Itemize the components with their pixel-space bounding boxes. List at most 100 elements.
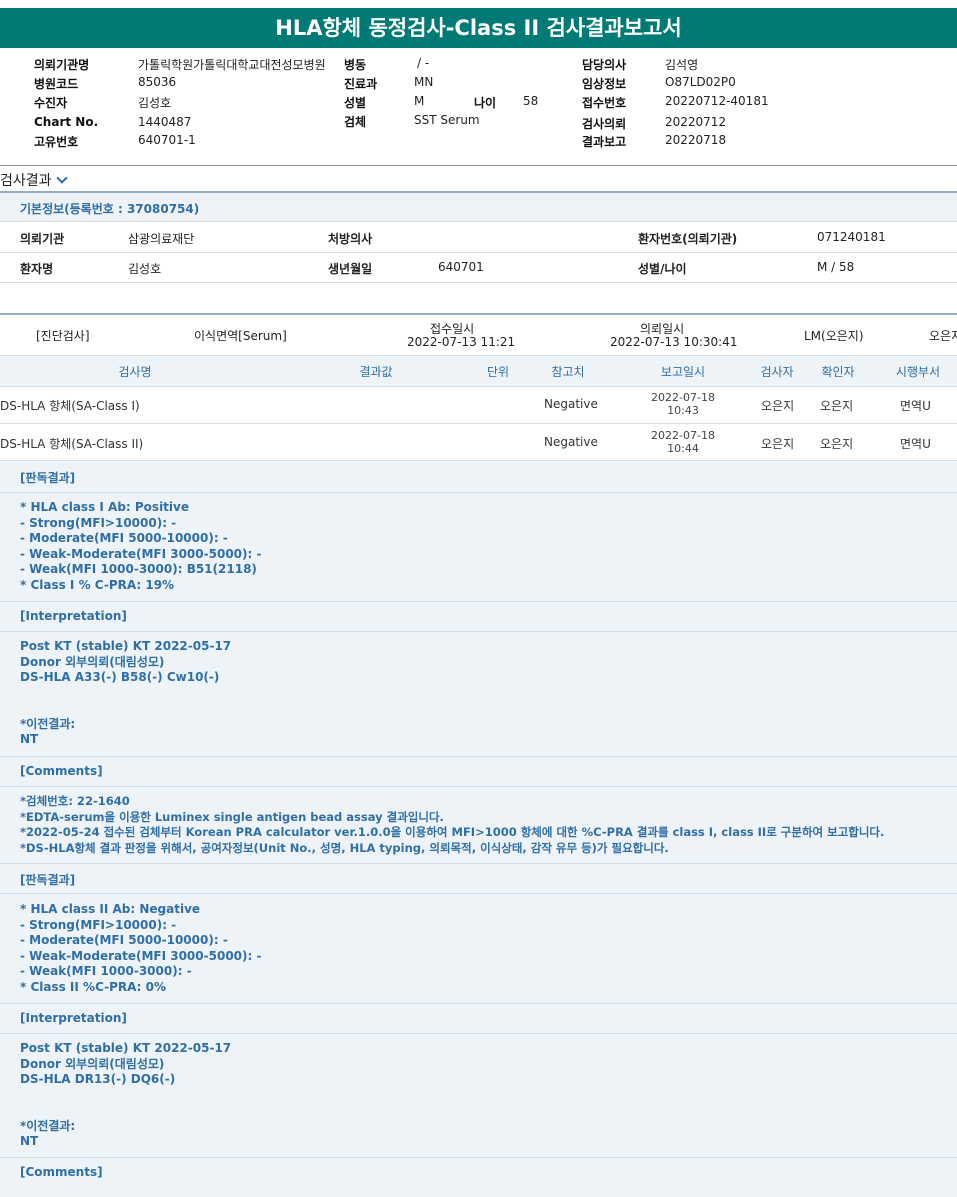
result-title: [Interpretation]: [20, 1011, 127, 1025]
receipt-no-label: 접수번호: [582, 96, 627, 110]
section-title: 검사결과: [0, 173, 52, 189]
order-lab2: 오은지: [929, 329, 957, 343]
unique-label: 고유번호: [34, 135, 79, 149]
chevron-down-icon: [55, 172, 68, 184]
col-header: 검사자: [760, 365, 794, 379]
sex-label: 성별: [344, 96, 367, 110]
name: 김성호: [128, 262, 162, 276]
request-date: 20220712: [665, 115, 727, 129]
birth-label: 생년월일: [328, 262, 373, 276]
sexage-label: 성별/나이: [638, 262, 687, 276]
col-header: 보고일시: [660, 365, 706, 379]
report-title-bar: HLA항체 동정검사-Class II 검사결과보고서: [0, 0, 957, 48]
doctor-label: 처방의사: [328, 232, 373, 246]
received: 2022-07-13 11:21: [407, 335, 516, 349]
patno: 071240181: [817, 230, 886, 244]
patient: 김성호: [138, 96, 172, 110]
result-title-band: [Comments]: [0, 1157, 957, 1197]
attending: 김석영: [665, 58, 699, 72]
col-header: 시행부서: [895, 365, 941, 379]
requested: 2022-07-13 10:30:41: [610, 335, 738, 349]
divider: [0, 252, 957, 253]
report-date: 20220718: [665, 133, 727, 147]
test-name: DS-HLA 항체(SA-Class I): [0, 399, 140, 413]
requesting-org-label: 의뢰기관명: [34, 58, 90, 72]
result-title: [Comments]: [20, 1165, 103, 1179]
dept: MN: [414, 75, 434, 89]
result-title: [Comments]: [20, 764, 103, 778]
tester: 오은지: [761, 399, 795, 413]
result-title-band: [Interpretation]: [0, 601, 957, 631]
dept-label: 진료과: [344, 77, 378, 91]
result-body-band: Post KT (stable) KT 2022-05-17 Donor 외부의…: [0, 631, 957, 756]
org: 삼광의료재단: [128, 232, 195, 246]
report-datetime: 2022-07-18 10:44: [643, 429, 723, 455]
name-label: 환자명: [20, 262, 54, 276]
clinical: O87LD02P0: [665, 75, 736, 89]
tester: 오은지: [761, 437, 795, 451]
reference: Negative: [544, 397, 598, 411]
chart-label: Chart No.: [34, 115, 99, 129]
result-title: [판독결과]: [20, 471, 76, 485]
performing-dept: 면역U: [900, 399, 931, 413]
result-title-band: [판독결과]: [0, 863, 957, 893]
order-test-group: 이식면역[Serum]: [194, 329, 287, 343]
result-title-band: [판독결과]: [0, 460, 957, 492]
section-toggle[interactable]: 검사결과: [0, 170, 68, 190]
col-header: 확인자: [821, 365, 855, 379]
result-body: *검체번호: 22-1640 *EDTA-serum을 이용한 Luminex …: [20, 794, 885, 855]
report-time: 10:43: [667, 404, 699, 417]
report-date: 2022-07-18: [651, 429, 715, 442]
attending-label: 담당의사: [582, 58, 627, 72]
report-date-label: 결과보고: [582, 135, 627, 149]
result-body-band: Post KT (stable) KT 2022-05-17 Donor 외부의…: [0, 1033, 957, 1157]
basic-info-band: 기본정보(등록번호 : 37080754): [0, 193, 957, 221]
report-datetime: 2022-07-18 10:43: [643, 391, 723, 417]
report-date: 2022-07-18: [651, 391, 715, 404]
chart: 1440487: [138, 115, 192, 129]
result-body-band: * HLA class II Ab: Negative - Strong(MFI…: [0, 893, 957, 1003]
col-header: 결과값: [359, 365, 393, 379]
divider: [0, 386, 957, 387]
unique: 640701-1: [138, 133, 196, 147]
col-header: 검사명: [118, 365, 152, 379]
birth: 640701: [438, 260, 484, 274]
result-body-band: *검체번호: 22-1640 *EDTA-serum을 이용한 Luminex …: [0, 786, 957, 863]
divider: [0, 423, 957, 424]
divider: [0, 221, 957, 222]
ward: / -: [417, 56, 430, 70]
requesting-org: 가톨릭학원가톨릭대학교대전성모병원: [138, 58, 326, 72]
request-date-label: 검사의뢰: [582, 117, 627, 131]
age-label: 나이: [474, 96, 497, 110]
order-divider: [0, 313, 957, 315]
divider: [0, 282, 957, 283]
confirmer: 오은지: [820, 399, 854, 413]
result-body: * HLA class I Ab: Positive - Strong(MFI>…: [20, 500, 262, 592]
performing-dept: 면역U: [900, 437, 931, 451]
sex: M: [414, 94, 425, 108]
result-title: [Interpretation]: [20, 609, 127, 623]
specimen: SST Serum: [414, 113, 480, 127]
result-body: Post KT (stable) KT 2022-05-17 Donor 외부의…: [20, 1041, 232, 1148]
age: 58: [523, 94, 539, 108]
report-title: HLA항체 동정검사-Class II 검사결과보고서: [275, 16, 682, 40]
result-title: [판독결과]: [20, 873, 76, 887]
patno-label: 환자번호(의뢰기관): [638, 232, 738, 246]
reference: Negative: [544, 435, 598, 449]
basic-info-title: 기본정보(등록번호 : 37080754): [20, 202, 200, 216]
result-title-band: [Interpretation]: [0, 1003, 957, 1033]
order-lab: LM(오은지): [804, 329, 864, 343]
patient-label: 수진자: [34, 96, 68, 110]
hospital-code: 85036: [138, 75, 177, 89]
test-name: DS-HLA 항체(SA-Class II): [0, 437, 144, 451]
ward-label: 병동: [344, 58, 367, 72]
org-label: 의뢰기관: [20, 232, 65, 246]
result-body: * HLA class II Ab: Negative - Strong(MFI…: [20, 902, 262, 994]
sexage: M / 58: [817, 260, 855, 274]
hospital-code-label: 병원코드: [34, 77, 79, 91]
report-time: 10:44: [667, 442, 699, 455]
order-category: [진단검사]: [36, 329, 90, 343]
col-header: 참고치: [551, 365, 585, 379]
result-title-band: [Comments]: [0, 756, 957, 786]
receipt-no: 20220712-40181: [665, 94, 769, 108]
